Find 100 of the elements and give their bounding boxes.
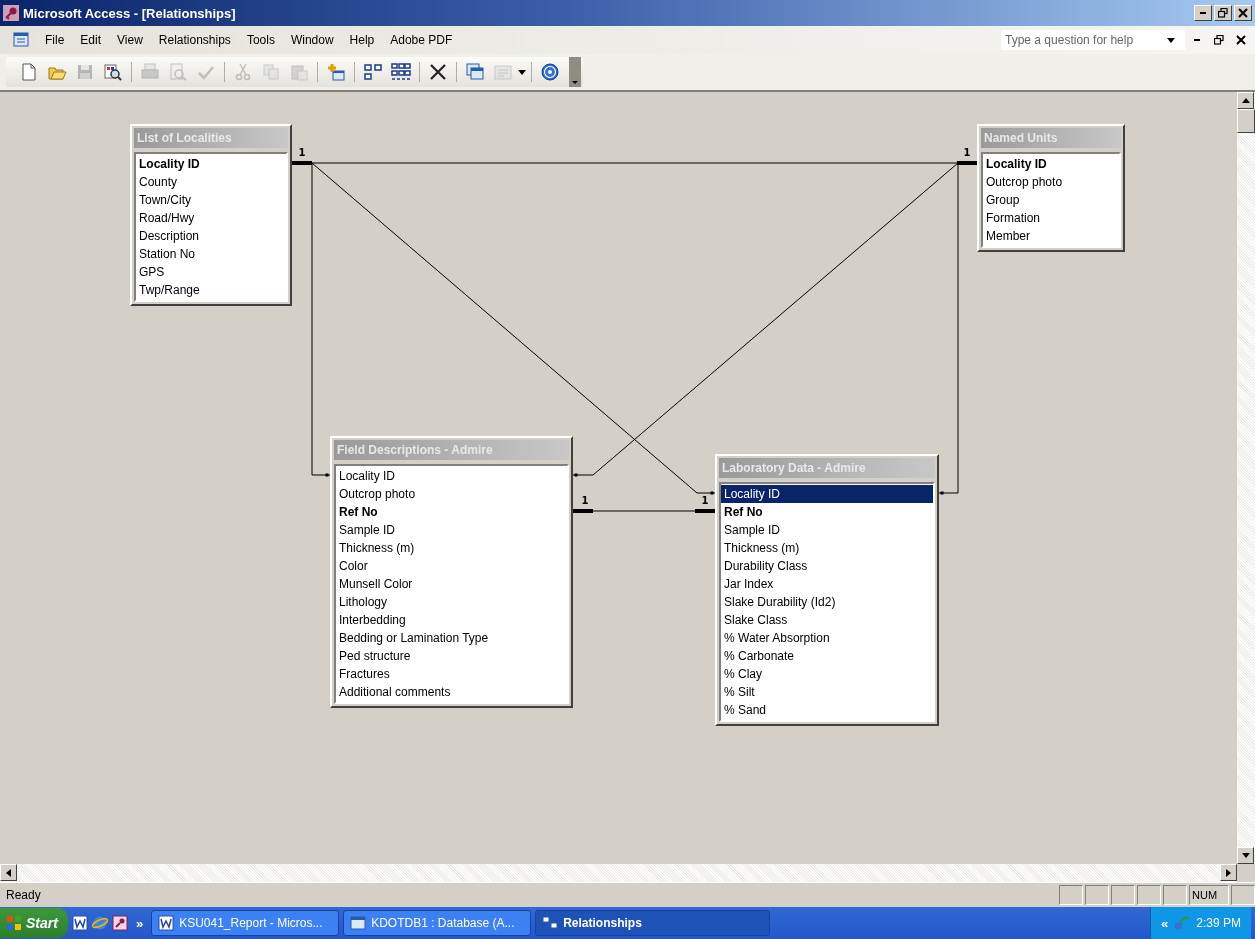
field-item[interactable]: Lithology — [336, 593, 567, 611]
caret-icon[interactable] — [518, 69, 526, 75]
field-item[interactable]: Group — [983, 191, 1119, 209]
field-item[interactable]: Jar Index — [721, 575, 933, 593]
field-item[interactable]: Durability Class — [721, 557, 933, 575]
magnifier-document-icon — [103, 62, 123, 82]
more-button[interactable]: » — [131, 915, 148, 931]
field-item[interactable]: Outcrop photo — [336, 485, 567, 503]
field-item[interactable]: Sample ID — [721, 521, 933, 539]
field-item[interactable]: Twp/Range — [136, 281, 286, 299]
vertical-scrollbar[interactable] — [1237, 92, 1255, 864]
clipboard-icon — [289, 62, 309, 82]
window-icon — [465, 62, 485, 82]
field-item[interactable]: Locality ID — [983, 155, 1119, 173]
field-item[interactable]: Additional comments — [336, 683, 567, 701]
menu-item[interactable]: Edit — [73, 31, 109, 49]
field-item[interactable]: Locality ID — [721, 485, 933, 503]
key-icon[interactable] — [111, 915, 128, 931]
field-item[interactable]: County — [136, 173, 286, 191]
field-item[interactable]: Bedding or Lamination Type — [336, 629, 567, 647]
field-item[interactable]: Thickness (m) — [336, 539, 567, 557]
globe-icon[interactable] — [91, 915, 108, 931]
menu-item[interactable]: Adobe PDF — [383, 31, 460, 49]
taskbar-button[interactable]: KDOTDB1 : Database (A... — [343, 910, 532, 936]
toolbar-options-button[interactable] — [569, 57, 581, 87]
field-item[interactable]: Formation — [983, 209, 1119, 227]
field-item[interactable]: Slake Class — [721, 611, 933, 629]
caret-icon — [1167, 37, 1175, 43]
field-item[interactable]: Locality ID — [136, 155, 286, 173]
flag-icon — [6, 915, 22, 931]
field-item[interactable]: Locality ID — [336, 467, 567, 485]
restore-button[interactable] — [1214, 5, 1232, 21]
status-pane — [1137, 885, 1161, 905]
field-item[interactable]: Station No — [136, 245, 286, 263]
field-item[interactable]: Sample ID — [336, 521, 567, 539]
field-item[interactable]: Ref No — [336, 503, 567, 521]
close-icon — [428, 62, 448, 82]
field-item[interactable]: Thickness (m) — [721, 539, 933, 557]
scroll-left-button[interactable] — [0, 864, 17, 881]
help-search-field[interactable]: Type a question for help — [1001, 30, 1185, 50]
database-window-icon[interactable] — [12, 31, 30, 49]
field-item[interactable]: Color — [336, 557, 567, 575]
scroll-up-button[interactable] — [1237, 92, 1254, 109]
scissors-icon — [233, 62, 253, 82]
field-item[interactable]: Slake Durability (Id2) — [721, 593, 933, 611]
num-lock-indicator: NUM — [1189, 885, 1229, 905]
scroll-down-button[interactable] — [1237, 847, 1254, 864]
field-item[interactable]: % Sand — [721, 701, 933, 719]
clock: 2:39 PM — [1196, 916, 1241, 930]
field-item[interactable]: Ref No — [721, 503, 933, 521]
field-item[interactable]: Interbedding — [336, 611, 567, 629]
table-window[interactable]: List of Localities Locality ID County Town/City Road/Hwy Description Station No GPS Twp/Range — [130, 124, 292, 306]
relationship-line[interactable] — [291, 161, 978, 165]
field-item[interactable]: Road/Hwy — [136, 209, 286, 227]
menu-item[interactable]: Help — [342, 31, 382, 49]
scroll-thumb[interactable] — [1237, 109, 1255, 133]
status-text: Ready — [5, 888, 42, 902]
relationship-line[interactable] — [572, 509, 716, 513]
caret-icon — [572, 81, 578, 84]
window-title: Microsoft Access - [Relationships] — [23, 5, 236, 21]
word-document-icon[interactable] — [71, 915, 88, 931]
cardinality-label: 1 — [701, 495, 709, 506]
cardinality-label: 1 — [581, 495, 589, 506]
left-arrow-icon — [6, 868, 11, 877]
field-item[interactable]: % Silt — [721, 683, 933, 701]
status-pane — [1231, 885, 1255, 905]
status-pane — [1085, 885, 1109, 905]
start-button[interactable]: Start — [0, 908, 68, 938]
minimize-button[interactable] — [1194, 5, 1212, 21]
menu-item[interactable]: View — [110, 31, 150, 49]
linked-boxes-icon — [542, 915, 559, 931]
field-item[interactable]: % Clay — [721, 665, 933, 683]
field-item[interactable]: Member — [983, 227, 1119, 245]
magnifier-page-icon — [168, 62, 188, 82]
menu-item[interactable]: Window — [283, 31, 341, 49]
field-item[interactable]: Outcrop photo — [983, 173, 1119, 191]
menu-item[interactable]: Tools — [239, 31, 282, 49]
field-item[interactable]: Town/City — [136, 191, 286, 209]
status-pane — [1111, 885, 1135, 905]
taskbar-button[interactable]: Relationships — [535, 910, 771, 936]
field-item[interactable]: Munsell Color — [336, 575, 567, 593]
status-pane — [1059, 885, 1083, 905]
field-item[interactable]: GPS — [136, 263, 286, 281]
up-arrow-icon — [1241, 98, 1250, 103]
scroll-right-button[interactable] — [1220, 864, 1237, 881]
close-button[interactable] — [1234, 5, 1252, 21]
field-item[interactable]: Ped structure — [336, 647, 567, 665]
taskbar-button[interactable]: KSU041_Report - Micros... — [151, 910, 340, 936]
menu-item[interactable]: File — [38, 31, 72, 49]
field-item[interactable]: Fractures — [336, 665, 567, 683]
horizontal-scrollbar[interactable] — [0, 864, 1237, 882]
menu-item[interactable]: Relationships — [151, 31, 238, 49]
field-item[interactable]: % Carbonate — [721, 647, 933, 665]
field-item[interactable]: Description — [136, 227, 286, 245]
status-pane — [1163, 885, 1187, 905]
minimize-icon — [1193, 38, 1201, 42]
field-item[interactable]: % Water Absorption — [721, 629, 933, 647]
right-arrow-icon — [1226, 868, 1231, 877]
printer-icon — [140, 62, 160, 82]
table-window[interactable]: Named Units Locality ID Outcrop photo Group Formation Member — [977, 124, 1125, 252]
